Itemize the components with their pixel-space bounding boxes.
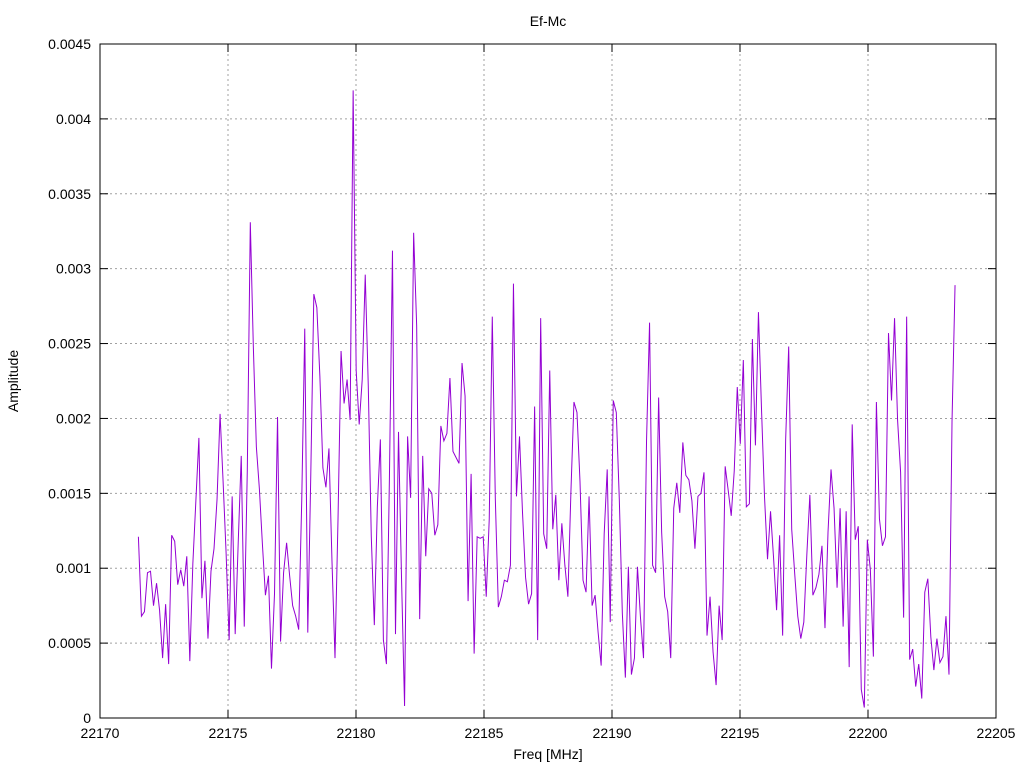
y-tick-label: 0.0015	[48, 485, 91, 501]
y-tick-label: 0.003	[56, 261, 91, 277]
y-axis-label: Amplitude	[5, 350, 21, 412]
y-tick-label: 0.001	[56, 560, 91, 576]
y-tick-label: 0	[83, 710, 91, 726]
x-tick-label: 22200	[849, 725, 888, 741]
x-tick-label: 22195	[721, 725, 760, 741]
chart-canvas: 22170 22175 22180 22185 22190 22195 22200 22205…	[5, 13, 1016, 762]
x-axis-label: Freq [MHz]	[513, 746, 582, 762]
y-tick-label: 0.0005	[48, 635, 91, 651]
series-layer	[137, 90, 956, 708]
x-tick-label: 22175	[209, 725, 248, 741]
y-tick-label: 0.0035	[48, 186, 91, 202]
chart: 22170 22175 22180 22185 22190 22195 22200 22205…	[0, 0, 1024, 768]
series-line-0	[137, 90, 956, 708]
y-tick-label: 0.002	[56, 410, 91, 426]
y-tick-label: 0.0025	[48, 336, 91, 352]
x-tick-label: 22185	[465, 725, 504, 741]
tick-layer: 22170 22175 22180 22185 22190 22195 22200 22205…	[48, 36, 1016, 741]
chart-title: Ef-Mc	[530, 13, 567, 29]
x-tick-label: 22170	[81, 725, 120, 741]
x-tick-label: 22205	[977, 725, 1016, 741]
x-tick-label: 22180	[337, 725, 376, 741]
y-tick-label: 0.004	[56, 111, 91, 127]
y-tick-label: 0.0045	[48, 36, 91, 52]
x-tick-label: 22190	[593, 725, 632, 741]
